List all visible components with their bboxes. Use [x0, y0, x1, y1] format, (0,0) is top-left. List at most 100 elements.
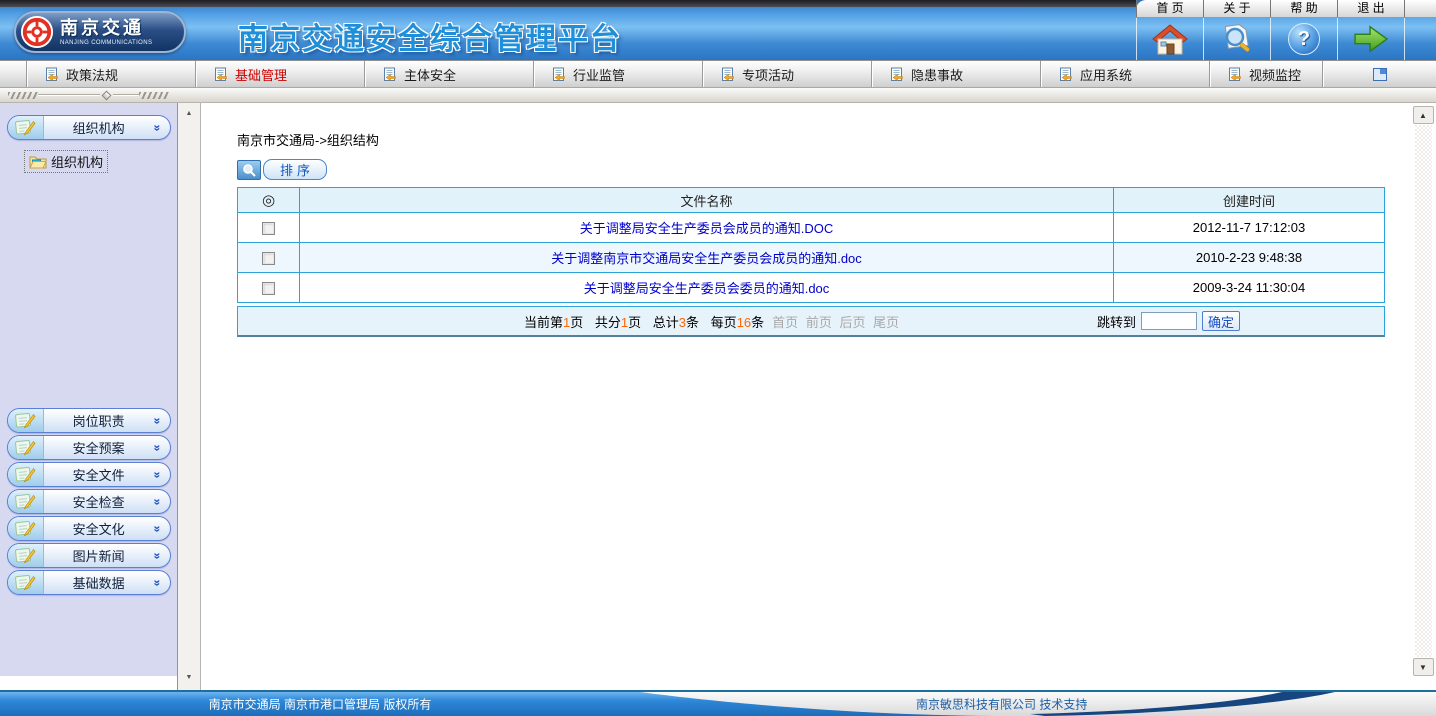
tab-label: 隐患事故 — [911, 65, 963, 84]
logo-en-text: NANJING COMMUNICATIONS — [60, 40, 152, 46]
sort-magnifier-icon[interactable] — [237, 160, 261, 180]
logo: 南京交通 NANJING COMMUNICATIONS — [14, 11, 186, 53]
hatch-pattern — [8, 92, 38, 99]
sidebar-group-label: 安全文件 — [44, 465, 154, 484]
sidebar-group-job-duties[interactable]: 岗位职责 » — [7, 408, 171, 433]
scroll-down-icon[interactable]: ▼ — [1413, 658, 1434, 676]
row-checkbox[interactable] — [262, 282, 275, 295]
notepad-icon — [8, 571, 44, 594]
tab-label: 应用系统 — [1080, 65, 1132, 84]
chevron-down-icon: » — [151, 579, 163, 586]
document-icon — [720, 67, 735, 82]
row-checkbox[interactable] — [262, 222, 275, 235]
pagination-bar: 当前第1页 共分1页 总计3条 每页16条 首页 前页 后页 尾页 跳转到 确定 — [237, 306, 1385, 337]
row-checkbox[interactable] — [262, 252, 275, 265]
notepad-icon — [8, 116, 44, 139]
tab-basic-management[interactable]: 基础管理 — [196, 61, 365, 87]
table-header-row: ◎ 文件名称 创建时间 — [238, 188, 1385, 213]
tab-label: 政策法规 — [66, 65, 118, 84]
pagination-prev[interactable]: 前页 — [806, 315, 832, 330]
sort-button[interactable]: 排序 — [263, 159, 327, 180]
sidebar-group-safety-documents[interactable]: 安全文件 » — [7, 462, 171, 487]
table-row: 关于调整局安全生产委员会委员的通知.doc 2009-3-24 11:30:04 — [238, 273, 1385, 303]
sidebar-collapse-handle[interactable] — [0, 88, 1436, 103]
main-content: 南京市交通局->组织结构 排序 ◎ 文件名称 创建时间 关于调整局安全生产委员会… — [200, 103, 1410, 690]
menu-exit[interactable]: 退 出 — [1337, 0, 1404, 17]
collapse-diamond-icon — [102, 90, 112, 100]
pagination-stats: 当前第1页 共分1页 总计3条 每页16条 — [238, 312, 764, 331]
tab-industry-supervision[interactable]: 行业监管 — [534, 61, 703, 87]
nav-end-cell — [1323, 61, 1436, 87]
document-icon — [1227, 67, 1242, 82]
document-link[interactable]: 关于调整南京市交通局安全生产委员会成员的通知.doc — [551, 251, 862, 266]
tab-policy[interactable]: 政策法规 — [27, 61, 196, 87]
exit-icon[interactable] — [1337, 18, 1404, 60]
document-link[interactable]: 关于调整局安全生产委员会成员的通知.DOC — [580, 221, 834, 236]
help-icon[interactable]: ? — [1270, 18, 1337, 60]
tab-video-surveillance[interactable]: 视频监控 — [1210, 61, 1323, 87]
menu-home[interactable]: 首 页 — [1136, 0, 1203, 17]
sidebar-group-label: 岗位职责 — [44, 411, 154, 430]
main-nav: 政策法规 基础管理 主体安全 行业监管 专项活动 隐患事故 应用系统 视频监控 — [0, 60, 1436, 88]
sidebar-group-label: 组织机构 — [44, 118, 154, 137]
sidebar-group-safety-inspection[interactable]: 安全检查 » — [7, 489, 171, 514]
tab-label: 专项活动 — [742, 65, 794, 84]
document-link[interactable]: 关于调整局安全生产委员会委员的通知.doc — [584, 281, 830, 296]
scroll-down-icon[interactable]: ▼ — [181, 670, 197, 684]
notepad-icon — [8, 463, 44, 486]
content-scrollbar[interactable]: ▲ ▼ — [1410, 103, 1436, 690]
sidebar-group-photo-news[interactable]: 图片新闻 » — [7, 543, 171, 568]
sidebar-group-label: 基础数据 — [44, 573, 154, 592]
footer-copyright: 南京市交通局 南京市港口管理局 版权所有 — [0, 696, 640, 713]
menu-icon-filler — [1404, 18, 1436, 60]
sidebar-group-safety-plans[interactable]: 安全预案 » — [7, 435, 171, 460]
documents-table: ◎ 文件名称 创建时间 关于调整局安全生产委员会成员的通知.DOC 2012-1… — [237, 187, 1385, 303]
tab-application-systems[interactable]: 应用系统 — [1041, 61, 1210, 87]
pagination-last[interactable]: 尾页 — [873, 315, 899, 330]
menu-filler — [1404, 0, 1436, 17]
menu-about[interactable]: 关 于 — [1203, 0, 1270, 17]
sidebar-item-label: 组织机构 — [51, 152, 103, 171]
sidebar-scrollbar[interactable]: ▲ ▼ — [178, 103, 200, 690]
hatch-pattern — [139, 92, 169, 99]
scroll-up-icon[interactable]: ▲ — [181, 106, 197, 120]
scroll-up-icon[interactable]: ▲ — [1413, 106, 1434, 124]
logo-emblem-icon — [20, 15, 54, 49]
app-header: 南京交通 NANJING COMMUNICATIONS 南京交通安全综合管理平台… — [0, 0, 1436, 60]
app-window: 南京交通 NANJING COMMUNICATIONS 南京交通安全综合管理平台… — [0, 0, 1436, 716]
chevron-down-icon: » — [151, 417, 163, 424]
menu-help[interactable]: 帮 助 — [1270, 0, 1337, 17]
created-time: 2009-3-24 11:30:04 — [1114, 273, 1385, 303]
pagination-first[interactable]: 首页 — [772, 315, 798, 330]
pagination-next[interactable]: 后页 — [839, 315, 865, 330]
breadcrumb: 南京市交通局->组织结构 — [237, 130, 1410, 149]
column-header-filename: 文件名称 — [300, 188, 1114, 213]
sidebar-item-org-structure[interactable]: 组织机构 — [24, 150, 108, 173]
sidebar-group-label: 安全文化 — [44, 519, 154, 538]
sidebar-group-basic-data[interactable]: 基础数据 » — [7, 570, 171, 595]
tab-label: 视频监控 — [1249, 65, 1301, 84]
chevron-down-icon: » — [151, 124, 163, 131]
chevron-down-icon: » — [151, 525, 163, 532]
jump-page-input[interactable] — [1141, 312, 1197, 330]
tab-special-activities[interactable]: 专项活动 — [703, 61, 872, 87]
document-icon — [382, 67, 397, 82]
home-icon[interactable] — [1136, 18, 1203, 60]
scrollbar-track[interactable] — [1415, 125, 1432, 657]
sidebar: 组织机构 » 组织机构 岗位职责 » 安全预案 » — [0, 103, 178, 690]
notepad-icon — [8, 517, 44, 540]
footer-tech-support: 南京敏思科技有限公司 技术支持 — [916, 696, 1087, 713]
toolbar: 排序 — [237, 159, 1410, 180]
confirm-button[interactable]: 确定 — [1202, 311, 1240, 331]
tab-hazard-accidents[interactable]: 隐患事故 — [872, 61, 1041, 87]
notepad-icon — [8, 409, 44, 432]
sidebar-group-organization[interactable]: 组织机构 » — [7, 115, 171, 140]
tab-subject-safety[interactable]: 主体安全 — [365, 61, 534, 87]
sidebar-group-safety-culture[interactable]: 安全文化 » — [7, 516, 171, 541]
about-icon[interactable] — [1203, 18, 1270, 60]
window-restore-icon[interactable] — [1373, 68, 1387, 81]
chevron-down-icon: » — [151, 552, 163, 559]
document-icon — [44, 67, 59, 82]
select-all-icon[interactable]: ◎ — [262, 192, 275, 209]
jump-label: 跳转到 — [1097, 312, 1136, 331]
